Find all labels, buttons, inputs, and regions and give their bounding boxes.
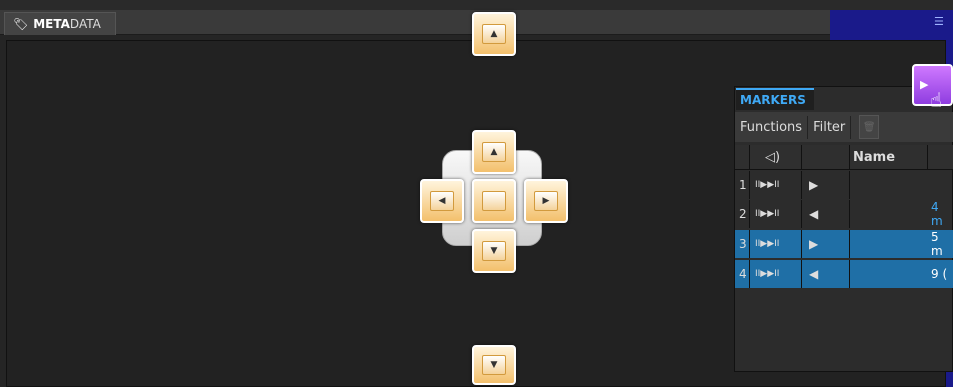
table-row[interactable]: 4 II▶▶II ◀ 9 ( xyxy=(735,260,953,288)
dock-center-target[interactable] xyxy=(472,179,516,223)
panel-tabbar xyxy=(0,10,830,35)
functions-menu[interactable]: Functions xyxy=(735,115,809,139)
dock-left-target[interactable]: ◀ xyxy=(420,179,464,223)
dock-up-icon: ▲ xyxy=(482,142,506,162)
dock-top-target[interactable]: ▲ xyxy=(472,12,516,56)
dock-right-target[interactable]: ▶ xyxy=(524,179,568,223)
trash-icon[interactable]: 🗑 xyxy=(859,115,880,139)
dock-left-icon: ◀ xyxy=(430,191,454,211)
markers-toolbar: Functions Filter 🗑 xyxy=(735,112,953,142)
play-icon: ▶ xyxy=(920,78,929,91)
transport-icon[interactable]: II▶▶II xyxy=(755,230,779,258)
tab-markers[interactable]: MARKERS xyxy=(736,88,814,110)
dock-top-icon: ▲ xyxy=(482,24,506,44)
dock-up-target[interactable]: ▲ xyxy=(472,130,516,174)
dock-bottom-target[interactable]: ▼ xyxy=(472,345,516,385)
dock-down-target[interactable]: ▼ xyxy=(472,229,516,273)
speaker-column-header[interactable]: ◁) xyxy=(765,145,780,169)
name-column-header[interactable]: Name xyxy=(853,145,895,169)
menu-icon[interactable]: ☰ xyxy=(934,16,948,28)
marker-direction-icon: ◀ xyxy=(809,207,819,221)
marker-value: 9 ( xyxy=(931,267,948,281)
transport-icon[interactable]: II▶▶II xyxy=(755,200,779,228)
markers-header-row: ◁) Name xyxy=(735,145,953,170)
marker-direction-icon: ▶ xyxy=(809,237,819,251)
dock-bottom-icon: ▼ xyxy=(482,355,506,375)
marker-direction-icon: ◀ xyxy=(809,267,819,281)
dock-down-icon: ▼ xyxy=(482,241,506,261)
marker-value: 4 m xyxy=(931,200,943,228)
row-index: 1 xyxy=(739,178,747,192)
row-index: 4 xyxy=(739,267,747,281)
marker-direction-icon: ▶ xyxy=(809,178,819,192)
tab-metadata[interactable]: 🏷 METADATA xyxy=(4,12,116,35)
dock-center-icon xyxy=(482,191,506,211)
table-row[interactable]: 2 II▶▶II ◀ 4 m xyxy=(735,200,953,228)
filter-menu[interactable]: Filter xyxy=(808,115,852,139)
hand-cursor-icon: ☝ xyxy=(930,88,943,112)
table-row[interactable]: 1 II▶▶II ▶ xyxy=(735,171,953,199)
row-index: 2 xyxy=(739,207,747,221)
transport-icon[interactable]: II▶▶II xyxy=(755,171,779,199)
row-index: 3 xyxy=(739,237,747,251)
tab-metadata-label: METADATA xyxy=(33,17,101,31)
table-row[interactable]: 3 II▶▶II ▶ 5 m xyxy=(735,230,953,258)
tag-icon: 🏷 xyxy=(13,17,29,31)
transport-icon[interactable]: II▶▶II xyxy=(755,260,779,288)
dock-right-icon: ▶ xyxy=(534,191,558,211)
marker-value: 5 m xyxy=(931,230,943,258)
